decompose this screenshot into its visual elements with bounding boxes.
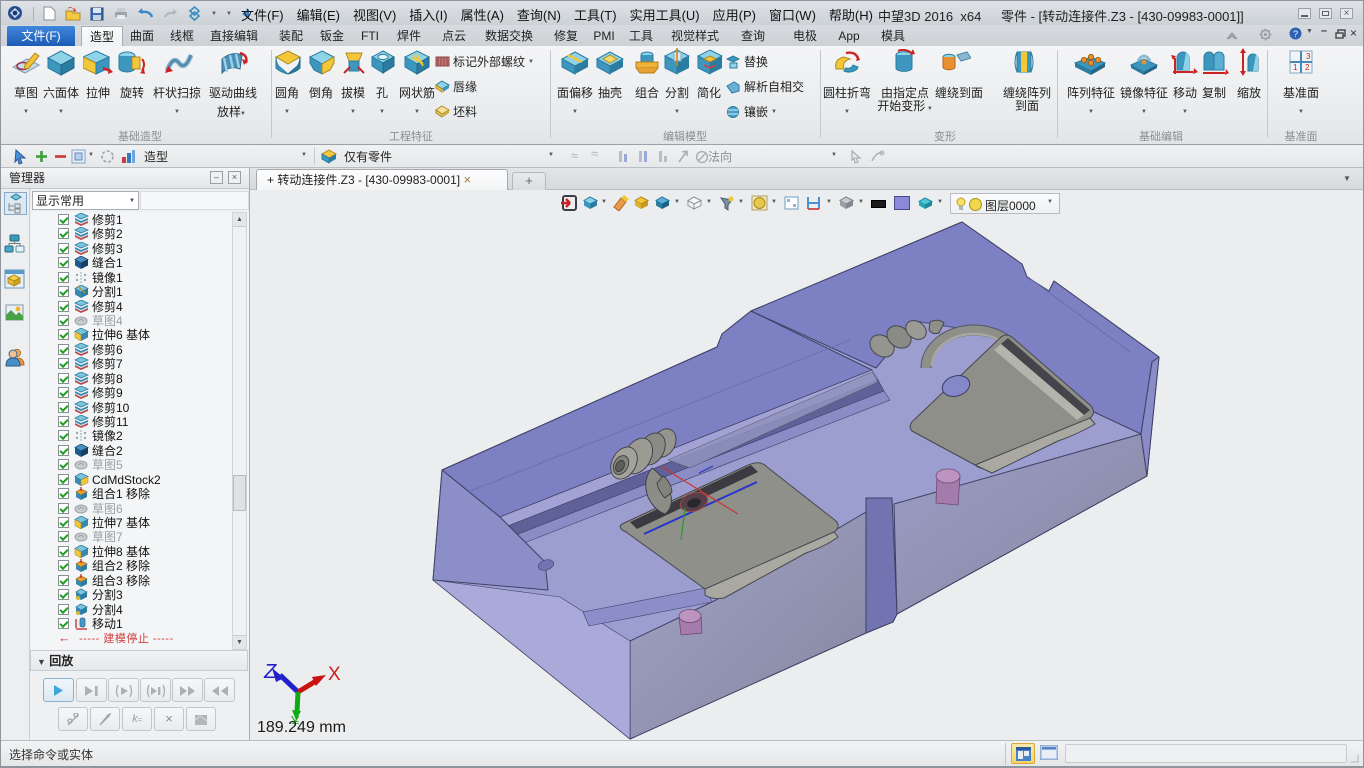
svg-text:2: 2 xyxy=(1305,63,1310,72)
svg-text:3: 3 xyxy=(1306,52,1311,61)
svg-text:1: 1 xyxy=(1293,63,1298,72)
svg-text:?: ? xyxy=(1293,29,1298,39)
svg-text:X: X xyxy=(328,664,341,685)
svg-text:Z: Z xyxy=(263,661,277,683)
